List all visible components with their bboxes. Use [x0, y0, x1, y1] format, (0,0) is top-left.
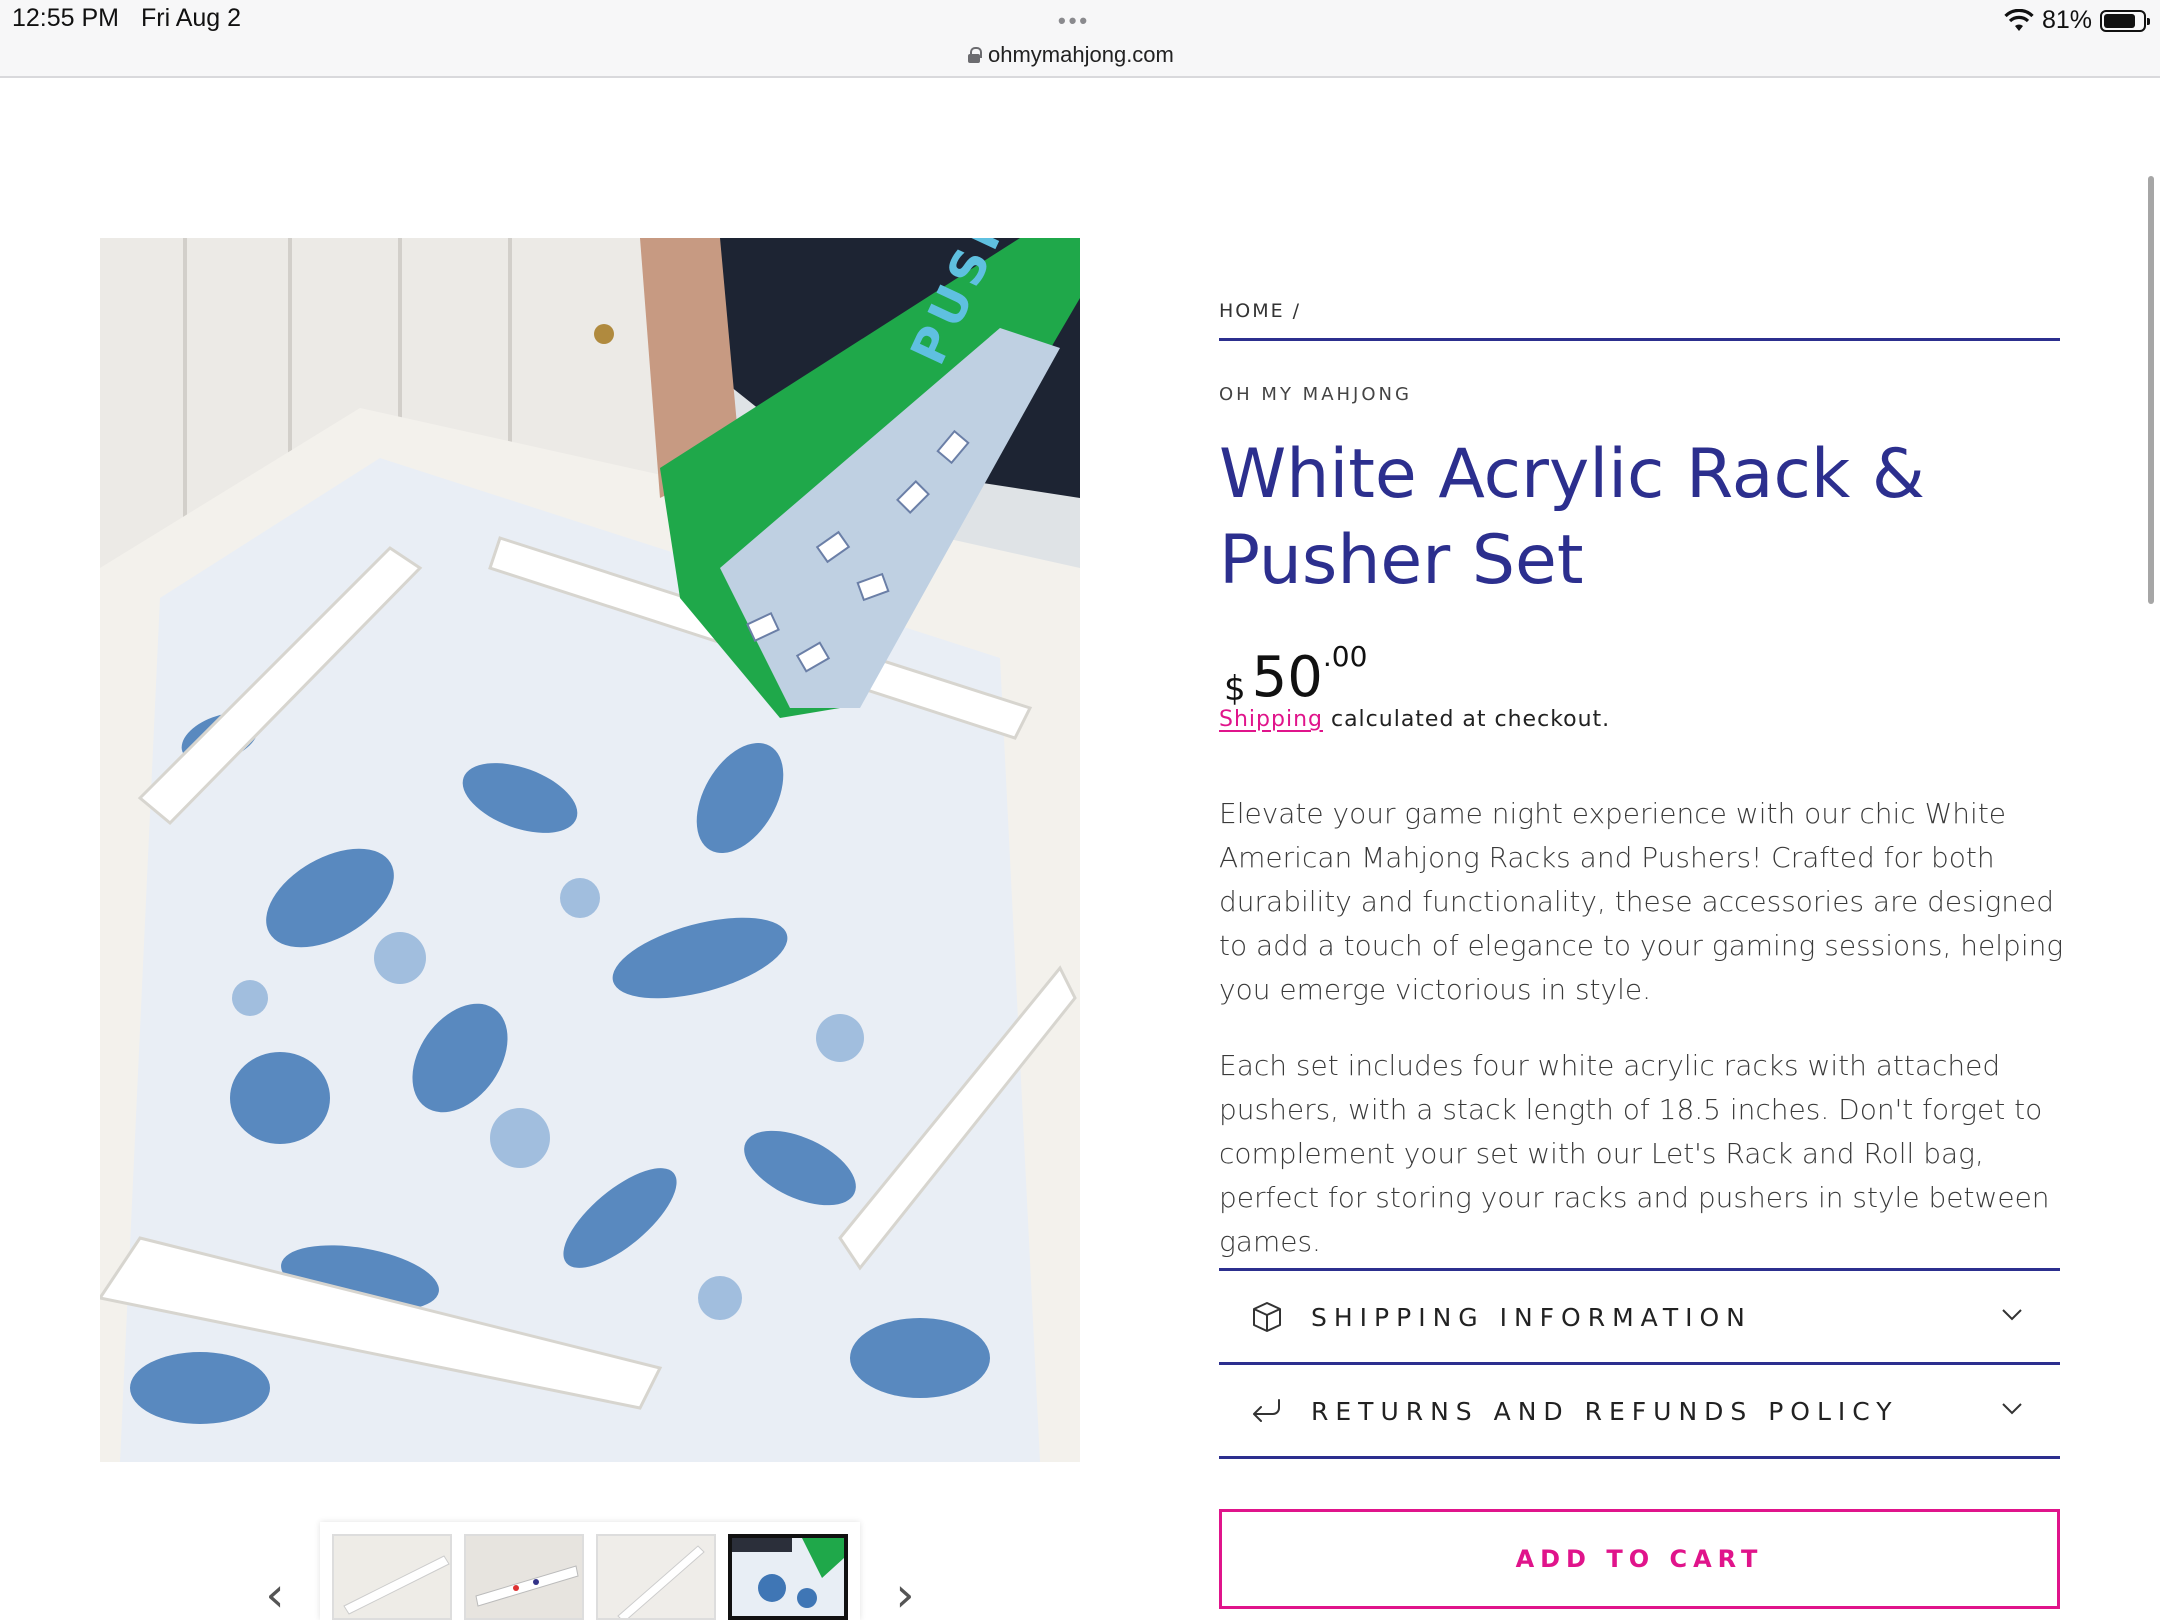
box-icon: [1247, 1297, 1287, 1337]
thumbnail-image: [334, 1536, 450, 1618]
return-arrow-icon: [1247, 1391, 1287, 1431]
thumbnail-image: [732, 1538, 844, 1616]
product-description-2: Each set includes four white acrylic rac…: [1219, 1049, 2050, 1258]
date: Fri Aug 2: [141, 4, 242, 32]
breadcrumb[interactable]: HOME /: [1219, 300, 1301, 322]
shipping-note-text: calculated at checkout.: [1322, 707, 1611, 732]
product-photo: PUSH IT: [100, 238, 1080, 1462]
returns-refunds-accordion[interactable]: RETURNS AND REFUNDS POLICY: [1219, 1366, 2060, 1456]
product-vendor: OH MY MAHJONG: [1219, 384, 1412, 405]
battery-percent: 81%: [2041, 6, 2092, 34]
status-bar: 12:55 PM Fri Aug 2 ••• ohmymahjong.com 8…: [0, 0, 2160, 78]
shipping-link[interactable]: Shipping: [1219, 707, 1323, 732]
multitasking-dots-icon[interactable]: •••: [1058, 8, 1090, 34]
thumbnail-strip: [320, 1522, 860, 1620]
thumbnail-3[interactable]: [596, 1534, 716, 1620]
product-main-image[interactable]: PUSH IT: [100, 238, 1080, 1462]
shipping-information-accordion[interactable]: SHIPPING INFORMATION: [1219, 1272, 2060, 1362]
accordion-divider: [1219, 1362, 2060, 1365]
product-price: $50.00: [1224, 640, 1367, 710]
returns-refunds-label: RETURNS AND REFUNDS POLICY: [1311, 1396, 1899, 1426]
status-icons: 81%: [2004, 6, 2150, 35]
price-cents: .00: [1322, 640, 1368, 673]
thumbnail-4[interactable]: [728, 1534, 848, 1620]
accordion-divider: [1219, 1456, 2060, 1459]
clock: 12:55 PM: [12, 4, 120, 32]
chevron-down-icon: [2002, 1403, 2022, 1415]
price-amount: 50: [1251, 645, 1323, 710]
page-scrollbar[interactable]: [2148, 176, 2154, 604]
thumbnail-image: [598, 1536, 714, 1618]
battery-fill: [2104, 13, 2135, 28]
address-bar[interactable]: ohmymahjong.com: [968, 40, 1174, 70]
product-description-1: Elevate your game night experience with …: [1219, 797, 2064, 1006]
thumbnail-prev-arrow-icon[interactable]: ‹: [255, 1567, 295, 1620]
product-title: White Acrylic Rack & Pusher Set: [1219, 435, 1925, 600]
breadcrumb-divider: [1219, 338, 2060, 341]
lock-icon: [968, 47, 982, 63]
add-to-cart-button[interactable]: ADD TO CART: [1219, 1509, 2060, 1609]
shipping-note: Shipping calculated at checkout.: [1219, 707, 1610, 732]
accordion-divider: [1219, 1268, 2060, 1271]
battery-icon: [2100, 9, 2150, 32]
thumbnail-1[interactable]: [332, 1534, 452, 1620]
url-text: ohmymahjong.com: [988, 42, 1174, 67]
thumbnail-next-arrow-icon[interactable]: ›: [885, 1567, 925, 1620]
price-currency: $: [1224, 669, 1246, 709]
wifi-icon: [2004, 8, 2034, 31]
shipping-information-label: SHIPPING INFORMATION: [1311, 1302, 1752, 1332]
chevron-down-icon: [2002, 1309, 2022, 1321]
thumbnail-image: [466, 1536, 582, 1618]
thumbnail-2[interactable]: [464, 1534, 584, 1620]
